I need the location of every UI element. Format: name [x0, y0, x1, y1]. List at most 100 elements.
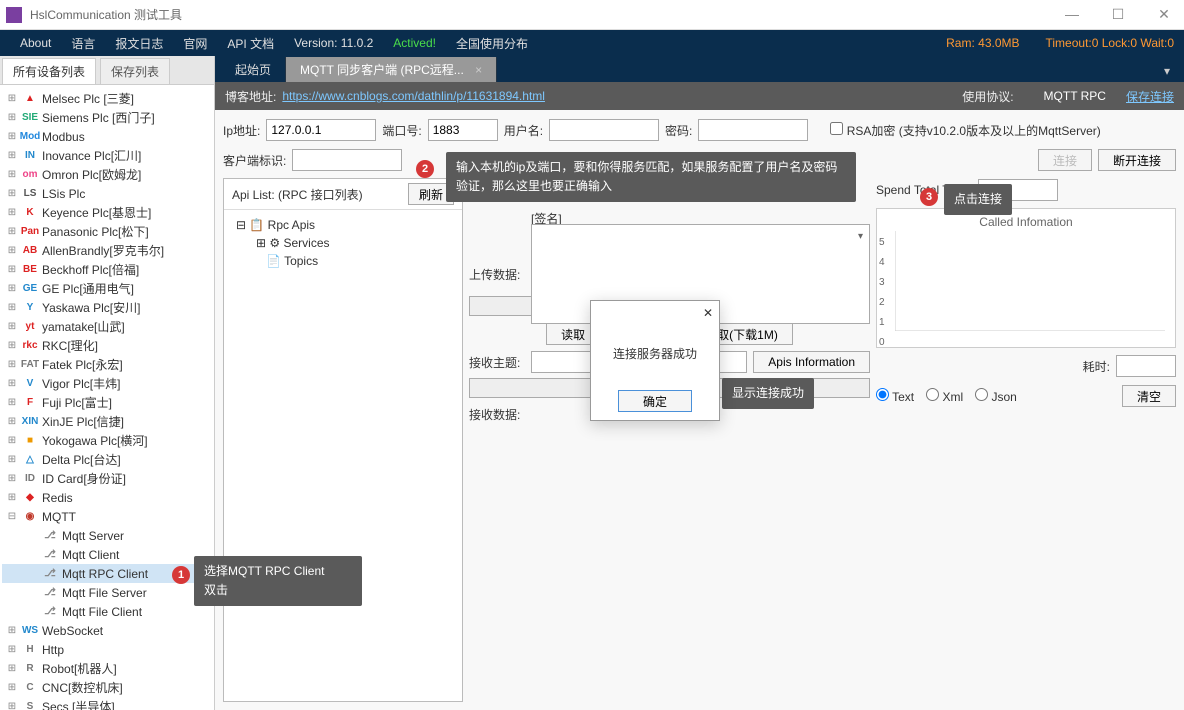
dialog-ok-button[interactable]: 确定 [618, 390, 692, 412]
tree-node[interactable]: ⊞INInovance Plc[汇川] [2, 146, 212, 165]
rsa-text: RSA加密 (支持v10.2.0版本及以上的MqttServer) [847, 124, 1101, 138]
tab-close-icon[interactable]: × [475, 63, 482, 77]
pwd-input[interactable] [698, 119, 808, 141]
apis-info-button[interactable]: Apis Information [753, 351, 870, 373]
tree-node[interactable]: ⊞ABAllenBrandly[罗克韦尔] [2, 241, 212, 260]
dropdown-icon[interactable]: ▾ [858, 231, 863, 242]
upload-data-label: 上传数据: [469, 266, 525, 283]
tree-node[interactable]: ⊞LSLSis Plc [2, 184, 212, 203]
disconnect-button[interactable]: 断开连接 [1098, 149, 1176, 171]
client-id-input[interactable] [292, 149, 402, 171]
port-label: 端口号: [382, 122, 421, 139]
rsa-checkbox[interactable] [830, 122, 843, 135]
tab-all-devices[interactable]: 所有设备列表 [2, 58, 96, 84]
blog-link[interactable]: https://www.cnblogs.com/dathlin/p/116318… [282, 89, 545, 103]
tree-node[interactable]: ⊟◉MQTT [2, 507, 212, 526]
tree-node[interactable]: ⊞PanPanasonic Plc[松下] [2, 222, 212, 241]
tree-child-node[interactable]: ⎇Mqtt Client [2, 545, 212, 564]
minimize-button[interactable]: — [1058, 6, 1086, 23]
tree-node[interactable]: ⊞GEGE Plc[通用电气] [2, 279, 212, 298]
menu-quanguo[interactable]: 全国使用分布 [446, 35, 538, 52]
tree-node[interactable]: ⊞▲Melsec Plc [三菱] [2, 89, 212, 108]
tree-node[interactable]: ⊞RRobot[机器人] [2, 659, 212, 678]
api-services-node[interactable]: ⊞ ⚙ Services [232, 234, 454, 252]
device-tree[interactable]: ⊞▲Melsec Plc [三菱]⊞SIESiemens Plc [西门子]⊞M… [0, 85, 214, 710]
menu-version: Version: 11.0.2 [284, 36, 383, 50]
tree-child-node[interactable]: ⎇Mqtt File Client [2, 602, 212, 621]
menu-baowen[interactable]: 报文日志 [105, 35, 173, 52]
tree-node[interactable]: ⊞FATFatek Plc[永宏] [2, 355, 212, 374]
callout-1-text: 选择MQTT RPC Client双击 [194, 556, 362, 606]
radio-text[interactable]: Text [876, 388, 914, 404]
left-tabstrip: 所有设备列表 保存列表 [0, 56, 214, 85]
tree-node[interactable]: ⊞VVigor Plc[丰炜] [2, 374, 212, 393]
ip-input[interactable] [266, 119, 376, 141]
tab-saved-list[interactable]: 保存列表 [100, 58, 170, 84]
dialog-close-icon[interactable]: ✕ [703, 306, 713, 320]
user-label: 用户名: [504, 122, 543, 139]
radio-xml[interactable]: Xml [926, 388, 963, 404]
tree-node[interactable]: ⊞rkcRKC[理化] [2, 336, 212, 355]
tree-node[interactable]: ⊞YYaskawa Plc[安川] [2, 298, 212, 317]
tree-node[interactable]: ⊞IDID Card[身份证] [2, 469, 212, 488]
tree-node[interactable]: ⊞KKeyence Plc[基恩士] [2, 203, 212, 222]
tree-node[interactable]: ⊞SIESiemens Plc [西门子] [2, 108, 212, 127]
callout-1-badge: 1 [172, 566, 190, 584]
callout-2-text: 输入本机的ip及端口，要和你得服务匹配，如果服务配置了用户名及密码验证，那么这里… [446, 152, 856, 202]
tree-node[interactable]: ⊞◆Redis [2, 488, 212, 507]
recv-data-label: 接收数据: [469, 406, 525, 423]
message-dialog: ✕ 连接服务器成功 确定 [590, 300, 720, 421]
menu-about[interactable]: About [10, 36, 61, 50]
tree-node[interactable]: ⊞ModModbus [2, 127, 212, 146]
tree-node[interactable]: ⊞■Yokogawa Plc[横河] [2, 431, 212, 450]
blog-bar: 博客地址: https://www.cnblogs.com/dathlin/p/… [215, 82, 1184, 110]
tree-node[interactable]: ⊞SSecs [半导体] [2, 697, 212, 710]
pwd-label: 密码: [665, 122, 692, 139]
tree-node[interactable]: ⊞omOmron Plc[欧姆龙] [2, 165, 212, 184]
chart-title: Called Infomation [883, 215, 1169, 229]
tab-mqtt-rpc[interactable]: MQTT 同步客户端 (RPC远程... × [286, 57, 497, 82]
tree-node[interactable]: ⊞FFuji Plc[富士] [2, 393, 212, 412]
window-title: HslCommunication 测试工具 [30, 6, 182, 23]
cost-label: 耗时: [1083, 358, 1110, 375]
api-list-header: Api List: (RPC 接口列表) [232, 186, 363, 203]
menu-guanwang[interactable]: 官网 [173, 35, 217, 52]
status-timeout: Timeout:0 Lock:0 Wait:0 [1026, 36, 1175, 50]
clear-button[interactable]: 清空 [1122, 385, 1176, 407]
close-button[interactable]: ✕ [1150, 6, 1178, 23]
menu-lang[interactable]: 语言 [61, 35, 105, 52]
maximize-button[interactable]: ☐ [1104, 6, 1132, 23]
api-tree[interactable]: ⊟ 📋 Rpc Apis ⊞ ⚙ Services 📄 Topics [224, 210, 462, 701]
tree-node[interactable]: ⊞WSWebSocket [2, 621, 212, 640]
tree-node[interactable]: ⊞HHttp [2, 640, 212, 659]
tree-node[interactable]: ⊞XINXinJE Plc[信捷] [2, 412, 212, 431]
left-pane: 所有设备列表 保存列表 ⊞▲Melsec Plc [三菱]⊞SIESiemens… [0, 56, 215, 710]
tree-node[interactable]: ⊞CCNC[数控机床] [2, 678, 212, 697]
api-topics-node[interactable]: 📄 Topics [232, 252, 454, 270]
radio-json[interactable]: Json [975, 388, 1017, 404]
proto-value: MQTT RPC [1044, 89, 1106, 103]
user-input[interactable] [549, 119, 659, 141]
callout-4-text: 显示连接成功 [722, 378, 814, 409]
tree-node[interactable]: ⊞BEBeckhoff Plc[倍福] [2, 260, 212, 279]
titlebar: HslCommunication 测试工具 — ☐ ✕ [0, 0, 1184, 30]
status-actived: Actived! [383, 36, 446, 50]
chart-yaxis: 543210 [879, 233, 885, 353]
api-root-node[interactable]: ⊟ 📋 Rpc Apis [232, 216, 454, 234]
connect-button[interactable]: 连接 [1038, 149, 1092, 171]
tree-node[interactable]: ⊞△Delta Plc[台达] [2, 450, 212, 469]
port-input[interactable] [428, 119, 498, 141]
tree-child-node[interactable]: ⎇Mqtt File Server [2, 583, 212, 602]
content-tabbar: 起始页 MQTT 同步客户端 (RPC远程... × ▾ [215, 56, 1184, 82]
menu-apidoc[interactable]: API 文档 [217, 35, 284, 52]
callout-2-badge: 2 [416, 160, 434, 178]
tab-menu-dropdown[interactable]: ▾ [1156, 60, 1178, 82]
tab-start[interactable]: 起始页 [221, 57, 286, 82]
right-column: Spend Total Time: Called Infomation 5432… [876, 178, 1176, 702]
tree-node[interactable]: ⊞ytyamatake[山武] [2, 317, 212, 336]
callout-3-badge: 3 [920, 188, 938, 206]
save-connection-link[interactable]: 保存连接 [1126, 88, 1174, 105]
tree-child-node[interactable]: ⎇Mqtt Server [2, 526, 212, 545]
rsa-checkbox-label[interactable]: RSA加密 (支持v10.2.0版本及以上的MqttServer) [830, 122, 1100, 139]
ip-label: Ip地址: [223, 122, 260, 139]
